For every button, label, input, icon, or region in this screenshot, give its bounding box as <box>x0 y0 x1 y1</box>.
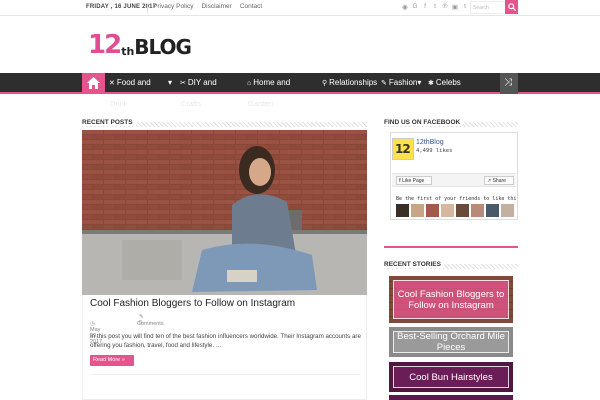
recent-story-2[interactable]: Best-Selling Orchard Mile Pieces <box>389 327 513 357</box>
nav-item-fashion[interactable]: ✎ Fashion▾ <box>381 78 421 87</box>
fashion-icon: ✎ <box>381 80 387 87</box>
relationship-icon: ⚲ <box>322 80 328 87</box>
facebook-widget-title: FIND US ON FACEBOOK <box>384 119 464 126</box>
current-date: FRIDAY , 16 JUNE 2017 <box>86 4 157 10</box>
avatar[interactable] <box>486 204 499 217</box>
post-divider <box>90 374 360 375</box>
nav-item-home-second-line[interactable]: Garden <box>248 99 273 108</box>
avatar[interactable] <box>456 204 469 217</box>
cutlery-icon: ✕ <box>109 80 115 87</box>
nav-item-celebs[interactable]: ✱ Celebs <box>428 78 461 87</box>
avatar[interactable] <box>441 204 454 217</box>
fb-page-name[interactable]: 12thBlog <box>416 139 444 146</box>
top-links: Privacy Policy Disclaimer Contact <box>153 3 262 10</box>
fb-page-avatar[interactable]: 12 <box>392 138 414 160</box>
story-title: Best-Selling Orchard Mile Pieces <box>397 331 505 353</box>
star-icon: ✱ <box>428 80 434 87</box>
logo-number: 12 <box>88 30 122 60</box>
nav-item-diy-second-line[interactable]: Crafts <box>181 99 201 108</box>
contact-link[interactable]: Contact <box>240 3 262 10</box>
tumblr-icon[interactable]: t <box>461 3 469 11</box>
avatar[interactable] <box>471 204 484 217</box>
pinterest-icon[interactable]: ℗ <box>441 3 449 11</box>
story-title: Cool Bun Hairstyles <box>409 371 493 383</box>
scissors-icon: ✂ <box>180 80 186 87</box>
nav-item-home-and-garden[interactable]: ⌂ Home and <box>247 78 290 87</box>
top-bar: FRIDAY , 16 JUNE 2017 Privacy Policy Dis… <box>0 0 600 16</box>
google-plus-icon[interactable]: G <box>411 3 419 11</box>
recent-story-1[interactable]: Cool Fashion Bloggers to Follow on Insta… <box>389 276 513 323</box>
fb-friend-avatars <box>396 204 514 217</box>
main-nav: ✕ Food and ▾ ✂ DIY and ⌂ Home and ⚲ Relation… <box>0 73 600 94</box>
hero-photo <box>82 130 367 295</box>
nav-item-food-and-drink[interactable]: ✕ Food and <box>109 78 151 87</box>
random-post-button[interactable]: ⤨ <box>500 73 518 94</box>
nav-home-button[interactable] <box>82 73 105 94</box>
chevron-down-icon: ▾ <box>417 78 422 87</box>
comments-link[interactable]: Comments <box>137 321 164 327</box>
social-icons: ◉ G f t ℗ ▣ t <box>401 3 469 11</box>
home-icon <box>87 77 100 89</box>
fb-share-button[interactable]: ↗ Share <box>484 176 514 185</box>
instagram-icon[interactable]: ▣ <box>451 3 459 11</box>
search-input[interactable]: Search <box>470 1 506 14</box>
recent-stories-header: RECENT STORIES <box>384 261 518 271</box>
read-more-button[interactable]: Read More » <box>90 355 134 366</box>
story-title: Cool Fashion Bloggers to Follow on Insta… <box>397 288 505 311</box>
home-small-icon: ⌂ <box>247 80 252 87</box>
shuffle-icon: ⤨ <box>504 77 512 88</box>
divider <box>147 3 148 13</box>
recent-posts-header: RECENT POSTS <box>82 119 367 129</box>
section-title: RECENT POSTS <box>82 119 136 126</box>
pink-divider <box>384 246 518 248</box>
post-excerpt: In this post you will find ten of the be… <box>90 333 361 349</box>
post-title[interactable]: Cool Fashion Bloggers to Follow on Insta… <box>90 298 295 309</box>
post-featured-image[interactable] <box>82 130 367 295</box>
recent-story-4[interactable] <box>389 395 513 400</box>
search-icon <box>508 3 516 11</box>
nav-item-food-second-line[interactable]: Drink <box>110 99 128 108</box>
fb-likes-count: 4,499 likes <box>416 148 453 154</box>
disclaimer-link[interactable]: Disclaimer <box>201 3 231 10</box>
site-logo[interactable]: 12 th BLOG <box>88 30 192 60</box>
logo-th: th <box>121 45 135 58</box>
nav-dropdown-caret[interactable]: ▾ <box>168 78 172 87</box>
rss-icon[interactable]: ◉ <box>401 3 409 11</box>
privacy-policy-link[interactable]: Privacy Policy <box>153 3 193 10</box>
nav-item-diy-and-crafts[interactable]: ✂ DIY and <box>180 78 217 87</box>
facebook-widget-header: FIND US ON FACEBOOK <box>384 119 518 129</box>
recent-stories-title: RECENT STORIES <box>384 261 444 268</box>
fb-friends-text: Be the first of your friends to like thi… <box>396 196 516 202</box>
avatar[interactable] <box>426 204 439 217</box>
recent-story-3[interactable]: Cool Bun Hairstyles <box>389 362 513 392</box>
avatar[interactable] <box>411 204 424 217</box>
nav-item-relationships[interactable]: ⚲ Relationships <box>322 78 377 87</box>
twitter-icon[interactable]: t <box>431 3 439 11</box>
avatar[interactable] <box>501 204 514 217</box>
logo-blog: BLOG <box>134 35 192 59</box>
fb-like-page-button[interactable]: f Like Page <box>396 176 432 185</box>
search-button[interactable] <box>505 0 518 14</box>
avatar[interactable] <box>396 204 409 217</box>
facebook-icon[interactable]: f <box>421 3 429 11</box>
